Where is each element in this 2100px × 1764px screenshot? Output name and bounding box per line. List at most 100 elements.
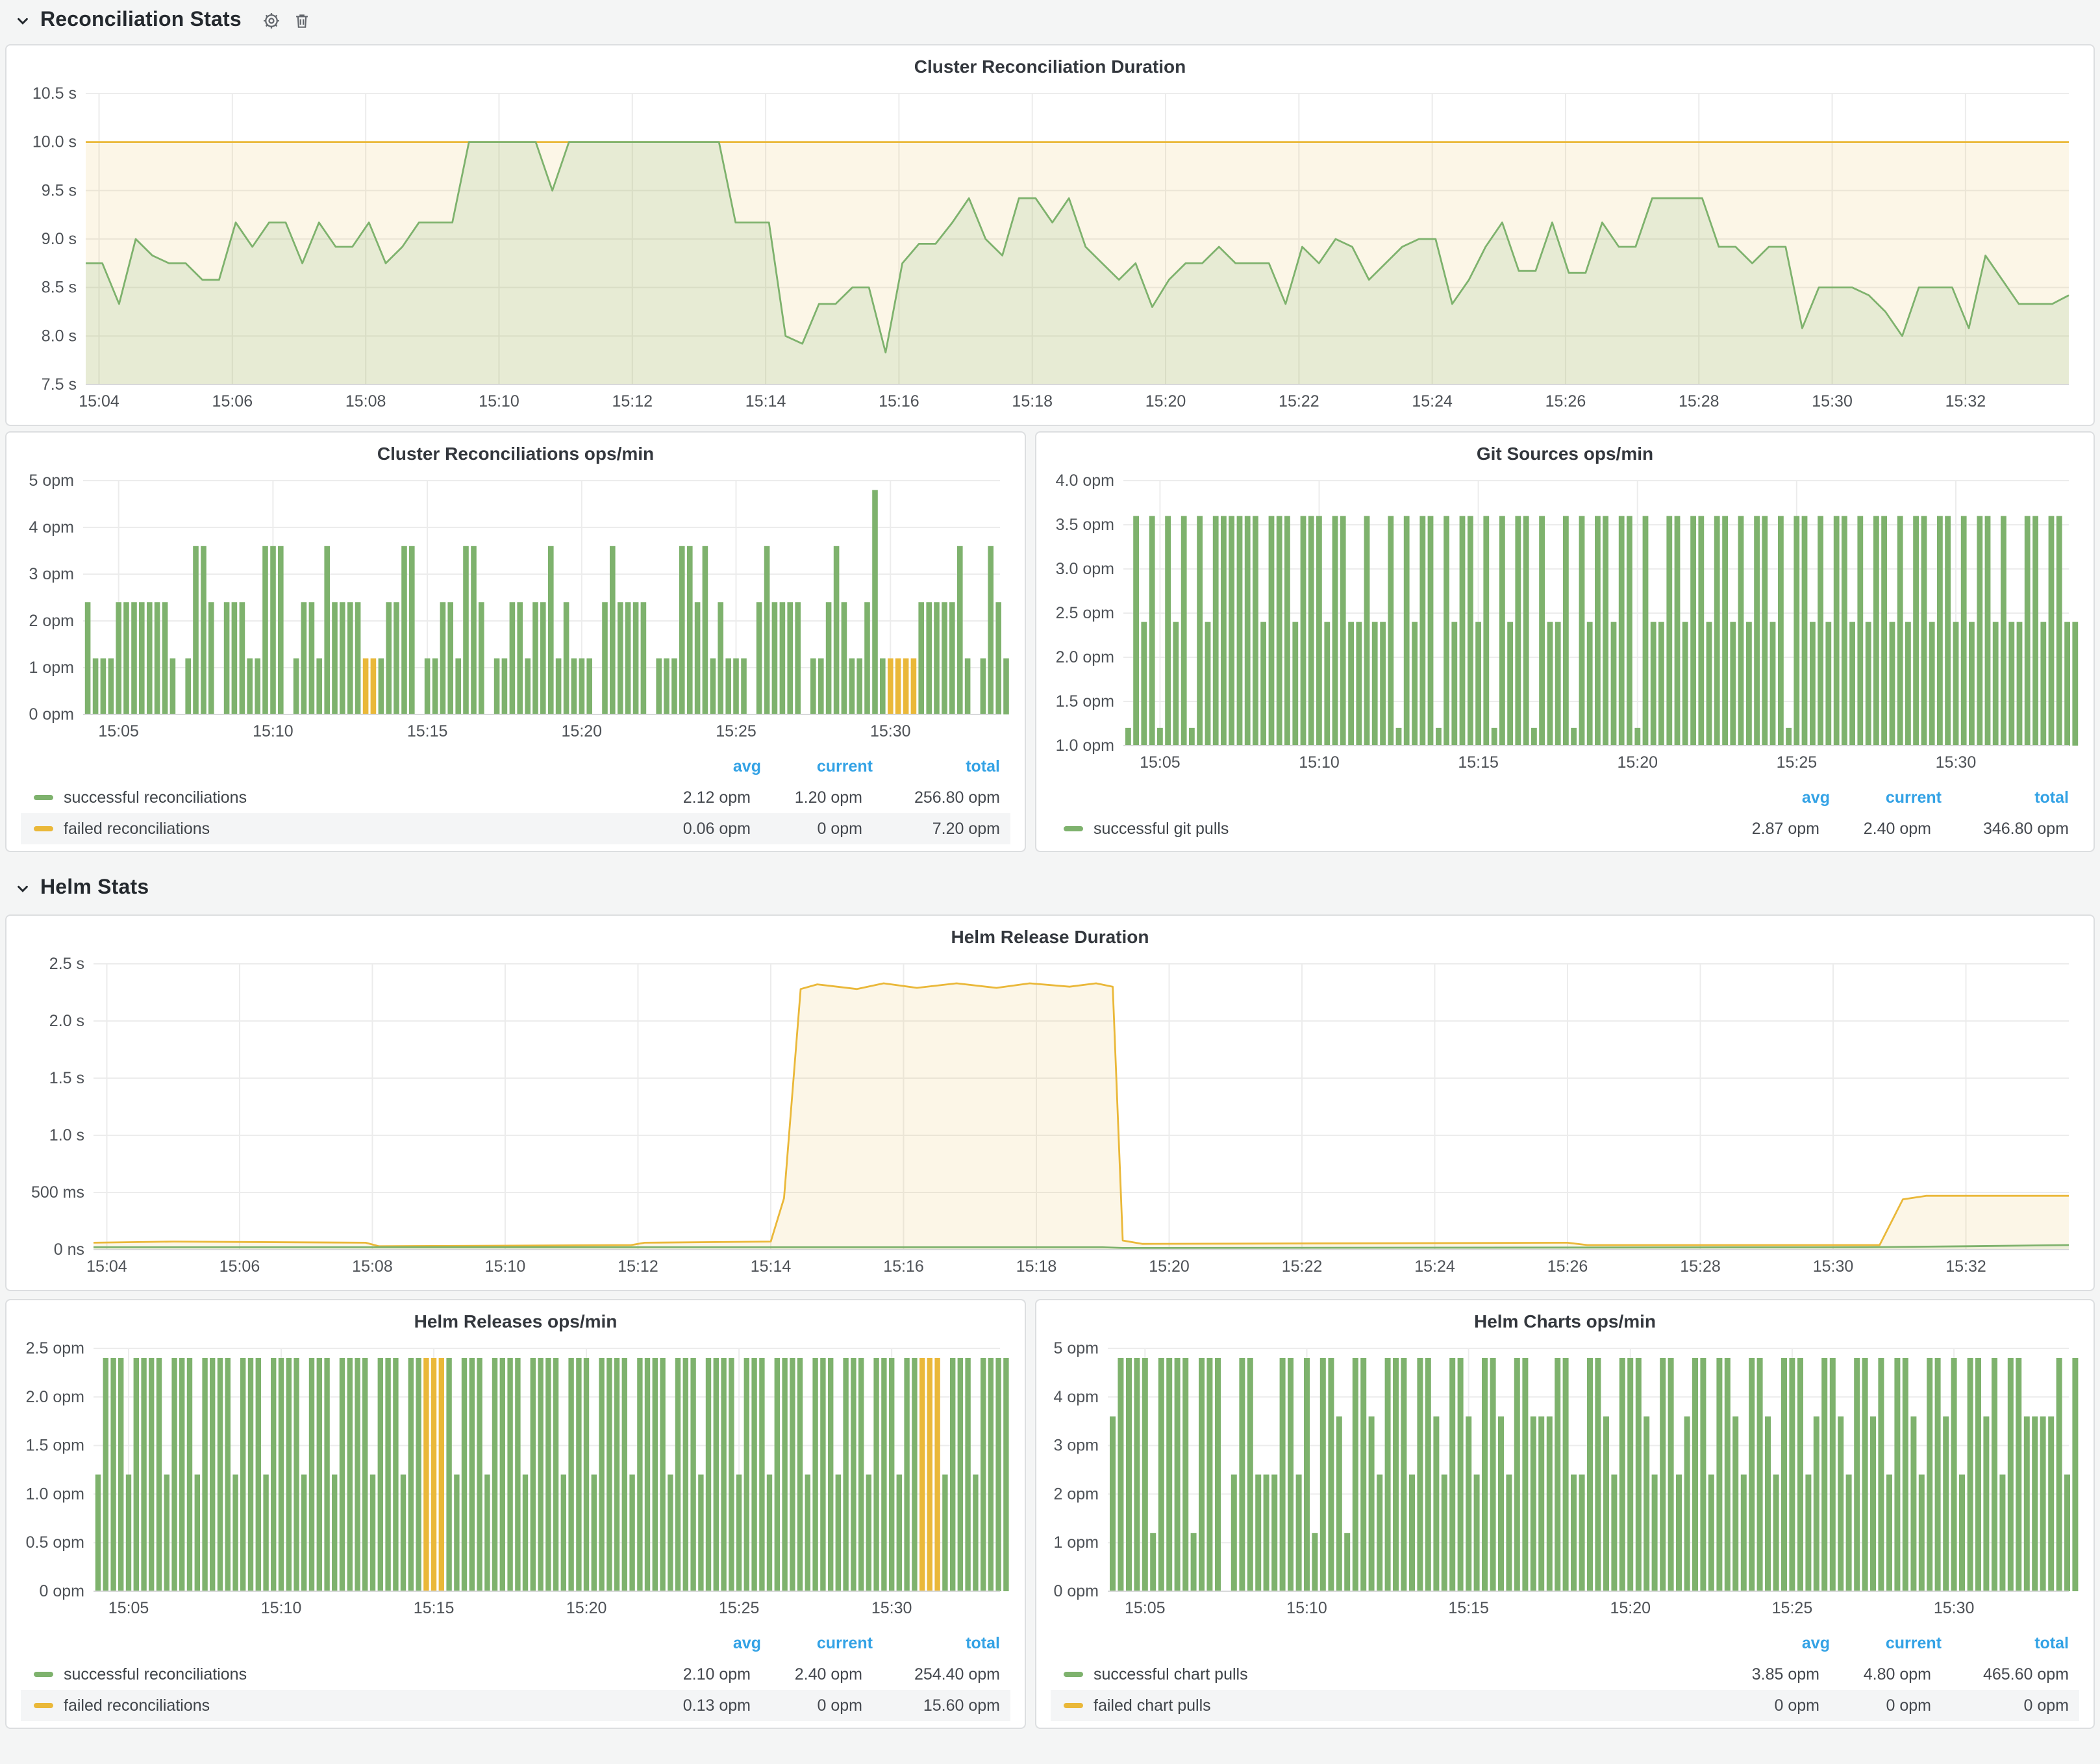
- section-title[interactable]: Helm Stats: [40, 877, 149, 900]
- section-title[interactable]: Reconciliation Stats: [40, 9, 242, 32]
- legend-col-avg[interactable]: avg: [649, 757, 761, 775]
- trash-icon[interactable]: [291, 9, 313, 32]
- chevron-down-icon[interactable]: [13, 11, 32, 31]
- legend-col-avg[interactable]: avg: [649, 1634, 761, 1652]
- bar-chart-helm-releases[interactable]: 0 opm0.5 opm1.0 opm1.5 opm2.0 opm2.5 opm…: [18, 1335, 1013, 1628]
- svg-text:15:25: 15:25: [1772, 1599, 1813, 1617]
- panel-git-sources-opm: Git Sources ops/min 1.0 opm1.5 opm2.0 op…: [1035, 431, 2095, 852]
- legend-avg-value: 0.13 opm: [639, 1696, 751, 1715]
- svg-text:15:16: 15:16: [883, 1257, 924, 1276]
- legend-current-value: 0 opm: [751, 1696, 862, 1715]
- svg-text:15:26: 15:26: [1547, 1257, 1588, 1276]
- legend-current-value: 0 opm: [751, 820, 862, 838]
- panel-title[interactable]: Helm Release Duration: [18, 922, 2082, 951]
- svg-text:15:20: 15:20: [562, 722, 603, 740]
- legend-current-value: 4.80 opm: [1819, 1665, 1931, 1683]
- legend-total-value: 7.20 opm: [862, 820, 1010, 838]
- legend: avg current total successful reconciliat…: [18, 1628, 1013, 1724]
- svg-text:2 opm: 2 opm: [29, 612, 74, 630]
- svg-text:15:20: 15:20: [1617, 753, 1658, 772]
- svg-text:1.0 opm: 1.0 opm: [26, 1485, 84, 1503]
- legend-col-current[interactable]: current: [1830, 1634, 1942, 1652]
- svg-text:7.5 s: 7.5 s: [42, 375, 77, 394]
- legend-series-toggle[interactable]: successful reconciliations: [21, 1665, 639, 1683]
- legend-series-toggle[interactable]: failed chart pulls: [1051, 1696, 1708, 1715]
- legend-series-toggle[interactable]: failed reconciliations: [21, 1696, 639, 1715]
- svg-text:15:05: 15:05: [1140, 753, 1181, 772]
- svg-text:1 opm: 1 opm: [1054, 1533, 1099, 1552]
- svg-text:15:20: 15:20: [566, 1599, 607, 1617]
- bar-chart-cluster-reconciliations[interactable]: 0 opm1 opm2 opm3 opm4 opm5 opm15:0515:10…: [18, 468, 1013, 751]
- svg-text:10.0 s: 10.0 s: [32, 133, 77, 151]
- panel-title[interactable]: Cluster Reconciliations ops/min: [18, 439, 1013, 468]
- panel-title[interactable]: Helm Charts ops/min: [1048, 1307, 2082, 1335]
- legend-current-value: 2.40 opm: [751, 1665, 862, 1683]
- bar-chart-git-sources[interactable]: 1.0 opm1.5 opm2.0 opm2.5 opm3.0 opm3.5 o…: [1048, 468, 2082, 782]
- svg-text:1.0 s: 1.0 s: [49, 1126, 84, 1144]
- svg-text:4.0 opm: 4.0 opm: [1056, 472, 1114, 490]
- legend-current-value: 0 opm: [1819, 1696, 1931, 1715]
- svg-text:15:30: 15:30: [1934, 1599, 1975, 1617]
- legend-row: failed reconciliations 0.06 opm 0 opm 7.…: [21, 813, 1010, 844]
- legend-avg-value: 0.06 opm: [639, 820, 751, 838]
- legend-col-current[interactable]: current: [1830, 788, 1942, 807]
- svg-text:15:10: 15:10: [261, 1599, 302, 1617]
- svg-text:15:12: 15:12: [618, 1257, 658, 1276]
- legend-col-total[interactable]: total: [873, 1634, 1010, 1652]
- svg-text:0 opm: 0 opm: [1054, 1582, 1099, 1600]
- svg-text:10.5 s: 10.5 s: [32, 84, 77, 103]
- svg-text:4 opm: 4 opm: [29, 518, 74, 536]
- svg-text:5 opm: 5 opm: [1054, 1339, 1099, 1357]
- svg-text:15:05: 15:05: [98, 722, 139, 740]
- svg-text:15:28: 15:28: [1680, 1257, 1721, 1276]
- svg-text:15:24: 15:24: [1414, 1257, 1455, 1276]
- svg-text:15:20: 15:20: [1149, 1257, 1190, 1276]
- svg-text:15:22: 15:22: [1282, 1257, 1323, 1276]
- svg-text:15:30: 15:30: [1936, 753, 1977, 772]
- legend-col-avg[interactable]: avg: [1718, 1634, 1830, 1652]
- bar-chart-helm-charts[interactable]: 0 opm1 opm2 opm3 opm4 opm5 opm15:0515:10…: [1048, 1335, 2082, 1628]
- panel-title[interactable]: Git Sources ops/min: [1048, 439, 2082, 468]
- panel-helm-release-duration: Helm Release Duration 0 ns500 ms1.0 s1.5…: [5, 914, 2095, 1291]
- legend-col-total[interactable]: total: [873, 757, 1010, 775]
- svg-text:15:04: 15:04: [86, 1257, 127, 1276]
- series-color-dash: [1064, 1672, 1083, 1677]
- chevron-down-icon[interactable]: [13, 879, 32, 898]
- svg-text:4 opm: 4 opm: [1054, 1388, 1099, 1406]
- gear-icon[interactable]: [260, 9, 283, 32]
- timeseries-chart-cluster-reconciliation-duration[interactable]: 7.5 s8.0 s8.5 s9.0 s9.5 s10.0 s10.5 s15:…: [18, 81, 2082, 421]
- legend-col-current[interactable]: current: [761, 1634, 873, 1652]
- svg-text:9.0 s: 9.0 s: [42, 230, 77, 248]
- svg-text:15:25: 15:25: [1777, 753, 1818, 772]
- legend-series-toggle[interactable]: failed reconciliations: [21, 820, 639, 838]
- panel-title[interactable]: Cluster Reconciliation Duration: [18, 52, 2082, 81]
- panel-title[interactable]: Helm Releases ops/min: [18, 1307, 1013, 1335]
- legend-col-avg[interactable]: avg: [1718, 788, 1830, 807]
- svg-text:15:10: 15:10: [485, 1257, 526, 1276]
- svg-text:15:10: 15:10: [1299, 753, 1340, 772]
- svg-text:3 opm: 3 opm: [1054, 1437, 1099, 1455]
- svg-text:2.5 s: 2.5 s: [49, 955, 84, 973]
- legend-series-toggle[interactable]: successful reconciliations: [21, 788, 639, 807]
- legend-total-value: 0 opm: [1931, 1696, 2079, 1715]
- legend-total-value: 346.80 opm: [1931, 820, 2079, 838]
- legend-current-value: 2.40 opm: [1819, 820, 1931, 838]
- legend-avg-value: 2.12 opm: [639, 788, 751, 807]
- panel-cluster-reconciliations-opm: Cluster Reconciliations ops/min 0 opm1 o…: [5, 431, 1026, 852]
- section-header-helm-stats: Helm Stats: [13, 873, 149, 904]
- panel-helm-charts-opm: Helm Charts ops/min 0 opm1 opm2 opm3 opm…: [1035, 1299, 2095, 1729]
- svg-text:15:12: 15:12: [612, 392, 653, 410]
- svg-text:1.5 opm: 1.5 opm: [1056, 692, 1114, 711]
- legend-series-toggle[interactable]: successful git pulls: [1051, 820, 1708, 838]
- timeseries-chart-helm-release-duration[interactable]: 0 ns500 ms1.0 s1.5 s2.0 s2.5 s15:0415:06…: [18, 951, 2082, 1286]
- legend-total-value: 465.60 opm: [1931, 1665, 2079, 1683]
- series-color-dash: [34, 1672, 53, 1677]
- legend-col-total[interactable]: total: [1942, 788, 2079, 807]
- svg-text:15:20: 15:20: [1610, 1599, 1651, 1617]
- legend-col-total[interactable]: total: [1942, 1634, 2079, 1652]
- legend-series-toggle[interactable]: successful chart pulls: [1051, 1665, 1708, 1683]
- svg-text:15:18: 15:18: [1016, 1257, 1057, 1276]
- legend-row: failed chart pulls 0 opm 0 opm 0 opm: [1051, 1690, 2079, 1721]
- svg-text:15:20: 15:20: [1145, 392, 1186, 410]
- legend-col-current[interactable]: current: [761, 757, 873, 775]
